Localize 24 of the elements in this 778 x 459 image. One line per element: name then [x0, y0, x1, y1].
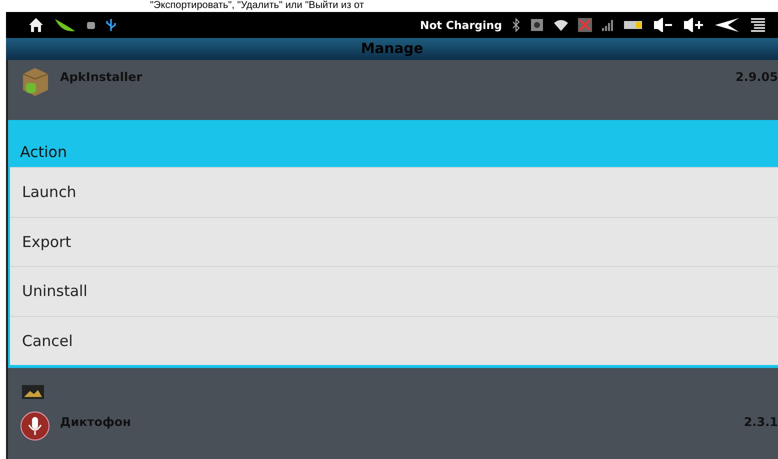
dialog-title: Action [10, 123, 778, 167]
leaf-icon [54, 17, 76, 33]
bluetooth-icon [512, 18, 520, 32]
usb-icon [106, 18, 116, 32]
back-icon[interactable] [714, 17, 740, 33]
title-text: Manage [360, 41, 424, 57]
app-name: Диктофон [60, 415, 131, 429]
volume-down-icon[interactable] [654, 18, 674, 32]
screen-icon [530, 18, 544, 32]
image-icon [22, 385, 44, 399]
app-version: 2.3.1 [744, 415, 778, 429]
box-icon [20, 66, 50, 98]
app-version: 2.9.05 [735, 70, 778, 84]
wifi-icon [554, 19, 568, 31]
volume-up-icon[interactable] [684, 18, 704, 32]
app-name: ApkInstaller [60, 70, 142, 84]
home-icon[interactable] [28, 17, 44, 33]
battery-icon [624, 20, 644, 30]
disabled-icon [578, 18, 592, 32]
microphone-icon [20, 411, 50, 441]
charging-status: Not Charging [420, 18, 502, 32]
menu-icon[interactable] [750, 18, 766, 32]
robot-icon [86, 19, 96, 31]
signal-icon [602, 19, 614, 31]
